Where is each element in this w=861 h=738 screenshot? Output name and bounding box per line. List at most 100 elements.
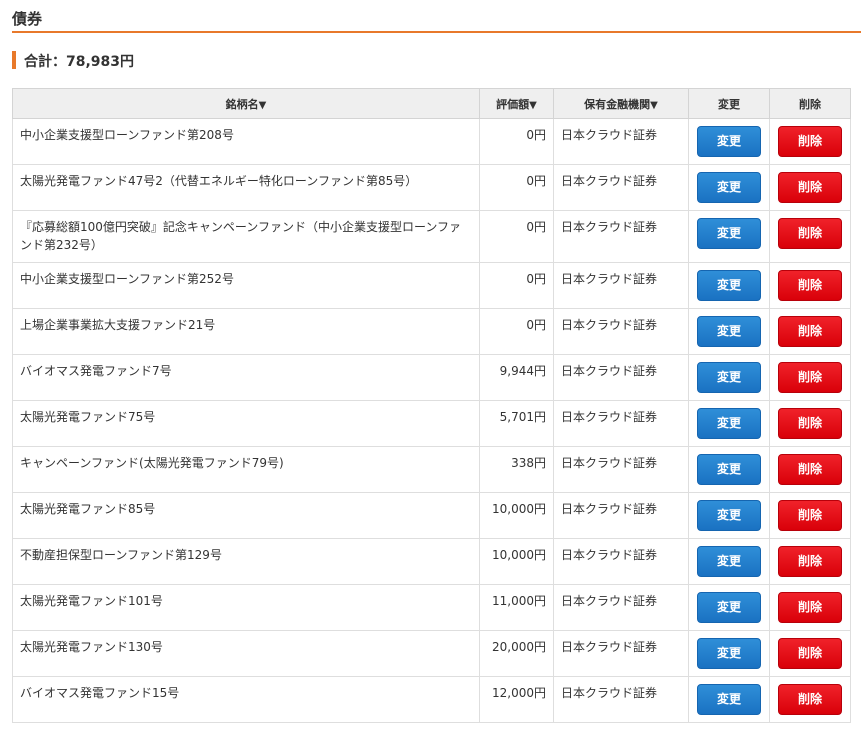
column-header-value-label: 評価額 (496, 97, 530, 111)
delete-cell: 削除 (769, 354, 851, 401)
valuation-cell: 10,000円 (479, 538, 554, 585)
edit-cell: 変更 (688, 538, 770, 585)
delete-cell: 削除 (769, 164, 851, 211)
sort-arrow-icon: ▼ (529, 99, 537, 111)
edit-button[interactable]: 変更 (697, 684, 761, 715)
edit-button[interactable]: 変更 (697, 408, 761, 439)
total-amount: 合計：78,983円 (24, 54, 135, 70)
institution-cell: 日本クラウド証券 (553, 446, 689, 493)
delete-cell: 削除 (769, 308, 851, 355)
edit-cell: 変更 (688, 262, 770, 309)
delete-cell: 削除 (769, 492, 851, 539)
table-row: 太陽光発電ファンド101号 11,000円 日本クラウド証券 変更 削除 (12, 584, 851, 631)
fund-name-cell: バイオマス発電ファンド15号 (12, 676, 480, 723)
institution-cell: 日本クラウド証券 (553, 164, 689, 211)
fund-name-cell: 太陽光発電ファンド47号2（代替エネルギー特化ローンファンド第85号） (12, 164, 480, 211)
delete-cell: 削除 (769, 630, 851, 677)
delete-button[interactable]: 削除 (778, 270, 842, 301)
valuation-cell: 0円 (479, 308, 554, 355)
edit-button[interactable]: 変更 (697, 218, 761, 249)
institution-cell: 日本クラウド証券 (553, 262, 689, 309)
edit-cell: 変更 (688, 630, 770, 677)
delete-cell: 削除 (769, 584, 851, 631)
delete-cell: 削除 (769, 210, 851, 263)
fund-name-cell: 太陽光発電ファンド101号 (12, 584, 480, 631)
fund-name-cell: 上場企業事業拡大支援ファンド21号 (12, 308, 480, 355)
table-header-row: 銘柄名▼ 評価額▼ 保有金融機関▼ 変更 削除 (12, 88, 851, 119)
valuation-cell: 338円 (479, 446, 554, 493)
column-header-name-label: 銘柄名 (225, 97, 259, 111)
valuation-cell: 5,701円 (479, 400, 554, 447)
table-row: 太陽光発電ファンド130号 20,000円 日本クラウド証券 変更 削除 (12, 630, 851, 677)
table-row: 中小企業支援型ローンファンド第208号 0円 日本クラウド証券 変更 削除 (12, 118, 851, 165)
fund-name-cell: 太陽光発電ファンド130号 (12, 630, 480, 677)
delete-button[interactable]: 削除 (778, 316, 842, 347)
table-row: 不動産担保型ローンファンド第129号 10,000円 日本クラウド証券 変更 削除 (12, 538, 851, 585)
edit-button[interactable]: 変更 (697, 316, 761, 347)
edit-cell: 変更 (688, 210, 770, 263)
section-title: 債券 (12, 10, 43, 28)
institution-cell: 日本クラウド証券 (553, 210, 689, 263)
delete-cell: 削除 (769, 400, 851, 447)
delete-button[interactable]: 削除 (778, 638, 842, 669)
delete-button[interactable]: 削除 (778, 500, 842, 531)
table-row: バイオマス発電ファンド7号 9,944円 日本クラウド証券 変更 削除 (12, 354, 851, 401)
edit-cell: 変更 (688, 400, 770, 447)
delete-button[interactable]: 削除 (778, 684, 842, 715)
delete-button[interactable]: 削除 (778, 546, 842, 577)
table-row: キャンペーンファンド(太陽光発電ファンド79号) 338円 日本クラウド証券 変更 削除 (12, 446, 851, 493)
edit-button[interactable]: 変更 (697, 270, 761, 301)
table-row: 上場企業事業拡大支援ファンド21号 0円 日本クラウド証券 変更 削除 (12, 308, 851, 355)
delete-button[interactable]: 削除 (778, 172, 842, 203)
delete-button[interactable]: 削除 (778, 218, 842, 249)
sort-arrow-icon: ▼ (258, 99, 267, 111)
institution-cell: 日本クラウド証券 (553, 538, 689, 585)
institution-cell: 日本クラウド証券 (553, 118, 689, 165)
edit-button[interactable]: 変更 (697, 546, 761, 577)
valuation-cell: 9,944円 (479, 354, 554, 401)
delete-button[interactable]: 削除 (778, 454, 842, 485)
edit-cell: 変更 (688, 308, 770, 355)
valuation-cell: 10,000円 (479, 492, 554, 539)
fund-name-cell: 中小企業支援型ローンファンド第252号 (12, 262, 480, 309)
institution-cell: 日本クラウド証券 (553, 308, 689, 355)
column-header-institution-label: 保有金融機関 (584, 97, 651, 111)
edit-cell: 変更 (688, 676, 770, 723)
table-row: 太陽光発電ファンド47号2（代替エネルギー特化ローンファンド第85号） 0円 日本ク… (12, 164, 851, 211)
table-row: バイオマス発電ファンド15号 12,000円 日本クラウド証券 変更 削除 (12, 676, 851, 723)
edit-button[interactable]: 変更 (697, 172, 761, 203)
edit-cell: 変更 (688, 354, 770, 401)
institution-cell: 日本クラウド証券 (553, 492, 689, 539)
institution-cell: 日本クラウド証券 (553, 400, 689, 447)
institution-cell: 日本クラウド証券 (553, 584, 689, 631)
valuation-cell: 11,000円 (479, 584, 554, 631)
valuation-cell: 12,000円 (479, 676, 554, 723)
institution-cell: 日本クラウド証券 (553, 630, 689, 677)
delete-button[interactable]: 削除 (778, 408, 842, 439)
delete-cell: 削除 (769, 446, 851, 493)
edit-button[interactable]: 変更 (697, 126, 761, 157)
edit-button[interactable]: 変更 (697, 592, 761, 623)
column-header-name[interactable]: 銘柄名▼ (12, 88, 480, 119)
edit-button[interactable]: 変更 (697, 500, 761, 531)
table-row: 太陽光発電ファンド75号 5,701円 日本クラウド証券 変更 削除 (12, 400, 851, 447)
fund-name-cell: 『応募総額100億円突破』記念キャンペーンファンド（中小企業支援型ローンファンド… (12, 210, 480, 263)
fund-name-cell: 中小企業支援型ローンファンド第208号 (12, 118, 480, 165)
fund-name-cell: 太陽光発電ファンド75号 (12, 400, 480, 447)
delete-button[interactable]: 削除 (778, 126, 842, 157)
edit-button[interactable]: 変更 (697, 454, 761, 485)
column-header-edit: 変更 (688, 88, 770, 119)
valuation-cell: 20,000円 (479, 630, 554, 677)
column-header-institution[interactable]: 保有金融機関▼ (553, 88, 689, 119)
column-header-value[interactable]: 評価額▼ (479, 88, 554, 119)
delete-button[interactable]: 削除 (778, 362, 842, 393)
delete-button[interactable]: 削除 (778, 592, 842, 623)
delete-cell: 削除 (769, 676, 851, 723)
edit-cell: 変更 (688, 492, 770, 539)
fund-name-cell: 不動産担保型ローンファンド第129号 (12, 538, 480, 585)
edit-button[interactable]: 変更 (697, 638, 761, 669)
edit-button[interactable]: 変更 (697, 362, 761, 393)
title-divider (12, 31, 861, 33)
fund-name-cell: バイオマス発電ファンド7号 (12, 354, 480, 401)
valuation-cell: 0円 (479, 118, 554, 165)
